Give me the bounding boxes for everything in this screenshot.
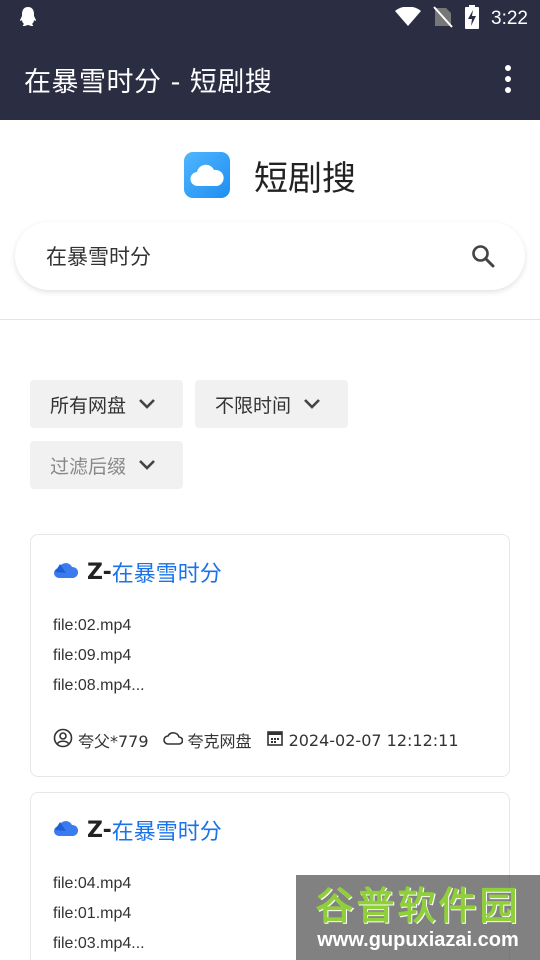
chevron-down-icon bbox=[138, 393, 156, 415]
filter-label: 过滤后缀 bbox=[50, 455, 127, 478]
result-prefix: Z- bbox=[87, 817, 112, 843]
divider bbox=[0, 319, 540, 320]
chevron-down-icon bbox=[138, 454, 156, 476]
user-icon bbox=[53, 728, 73, 752]
filter-label: 所有网盘 bbox=[50, 394, 127, 417]
more-options-button[interactable] bbox=[494, 59, 522, 99]
result-prefix: Z- bbox=[87, 559, 112, 585]
brand-header: 短剧搜 bbox=[0, 148, 540, 202]
app-screen: 3:22 在暴雪时分 - 短剧搜 短剧搜 所有网盘 不限时间 bbox=[0, 0, 540, 960]
cloud-drive-icon bbox=[53, 559, 79, 585]
watermark-url: www.gupuxiazai.com bbox=[317, 928, 519, 951]
site-watermark: 谷普软件园 www.gupuxiazai.com bbox=[296, 875, 540, 960]
result-link[interactable]: 在暴雪时分 bbox=[112, 814, 222, 846]
status-bar: 3:22 bbox=[0, 0, 540, 38]
result-card[interactable]: Z- 在暴雪时分 file:02.mp4 file:09.mp4 file:08.… bbox=[30, 534, 510, 777]
filter-label: 不限时间 bbox=[215, 394, 292, 417]
search-box bbox=[15, 222, 525, 290]
status-time: 3:22 bbox=[491, 8, 528, 29]
no-sim-icon bbox=[433, 6, 453, 32]
calendar-icon bbox=[266, 729, 284, 751]
result-user: 夸父*779 bbox=[78, 732, 149, 751]
app-bar: 在暴雪时分 - 短剧搜 bbox=[0, 38, 540, 120]
app-title: 在暴雪时分 - 短剧搜 bbox=[24, 66, 273, 98]
cloud-logo-icon bbox=[184, 152, 230, 198]
result-drive: 夸克网盘 bbox=[187, 732, 252, 751]
filter-drive-dropdown[interactable]: 所有网盘 bbox=[30, 380, 183, 428]
chevron-down-icon bbox=[303, 393, 321, 415]
brand-name: 短剧搜 bbox=[254, 158, 356, 199]
filter-suffix-dropdown[interactable]: 过滤后缀 bbox=[30, 441, 183, 489]
qq-notification-icon bbox=[18, 6, 38, 32]
cloud-outline-icon bbox=[162, 730, 183, 750]
file-list: file:02.mp4 file:09.mp4 file:08.mp4... bbox=[53, 611, 487, 701]
search-icon[interactable] bbox=[469, 242, 497, 270]
file-line: file:02.mp4 bbox=[53, 617, 132, 634]
battery-charging-icon bbox=[465, 5, 480, 33]
watermark-title: 谷普软件园 bbox=[315, 883, 521, 928]
filter-time-dropdown[interactable]: 不限时间 bbox=[195, 380, 348, 428]
file-line: file:08.mp4... bbox=[53, 677, 145, 694]
file-line: file:09.mp4 bbox=[53, 647, 132, 664]
result-title[interactable]: Z- 在暴雪时分 bbox=[53, 557, 487, 587]
result-meta: 夸父*779 夸克网盘 2024-02-07 12:12:11 bbox=[53, 725, 487, 755]
result-link[interactable]: 在暴雪时分 bbox=[112, 556, 222, 588]
cloud-drive-icon bbox=[53, 817, 79, 843]
result-date: 2024-02-07 12:12:11 bbox=[288, 730, 459, 750]
result-title[interactable]: Z- 在暴雪时分 bbox=[53, 815, 487, 845]
wifi-icon bbox=[395, 6, 422, 31]
search-input[interactable] bbox=[46, 244, 469, 268]
more-vert-icon bbox=[505, 65, 511, 71]
